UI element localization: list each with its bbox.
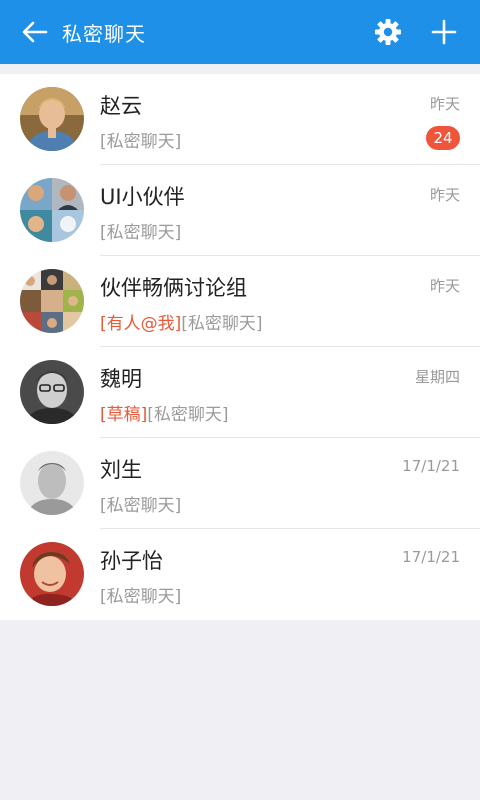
preview-text: [私密聊天] — [100, 132, 182, 152]
chat-name: 魏明 — [100, 367, 142, 391]
chat-name: 孙子怡 — [100, 549, 163, 573]
settings-button[interactable] — [360, 0, 416, 64]
chat-time: 昨天 — [429, 95, 460, 113]
chat-row[interactable]: 刘生 17/1/21 [私密聊天] — [0, 438, 480, 529]
plus-icon — [431, 19, 457, 45]
chat-time: 17/1/21 — [402, 457, 460, 475]
chat-preview: [草稿][私密聊天] — [100, 400, 229, 425]
chat-time: 星期四 — [414, 368, 460, 386]
gear-icon — [375, 19, 401, 45]
chat-name: UI小伙伴 — [100, 185, 185, 209]
avatar — [20, 542, 84, 606]
chat-time: 17/1/21 — [402, 548, 460, 566]
chat-list: 赵云 昨天 [私密聊天] 24 UI小伙伴 昨天 [私密聊天] 伙伴畅俩讨论组 … — [0, 74, 480, 620]
back-button[interactable] — [10, 0, 60, 64]
add-button[interactable] — [416, 0, 472, 64]
avatar — [20, 451, 84, 515]
preview-text: [私密聊天] — [100, 587, 182, 607]
preview-text: [私密聊天] — [100, 496, 182, 516]
chat-preview: [私密聊天] — [100, 582, 181, 607]
chat-preview: [私密聊天] — [100, 218, 181, 243]
chat-name: 赵云 — [100, 94, 142, 118]
chat-row[interactable]: 赵云 昨天 [私密聊天] 24 — [0, 74, 480, 165]
preview-text: [私密聊天] — [147, 405, 229, 425]
chat-time: 昨天 — [429, 186, 460, 204]
chat-row[interactable]: 伙伴畅俩讨论组 昨天 [有人@我][私密聊天] — [0, 256, 480, 347]
top-bar: 私密聊天 — [0, 0, 480, 64]
chat-name: 刘生 — [100, 458, 142, 482]
preview-tag: [有人@我] — [100, 314, 182, 334]
chat-time: 昨天 — [429, 277, 460, 295]
preview-text: [私密聊天] — [100, 223, 182, 243]
avatar — [20, 178, 84, 242]
chat-row[interactable]: 孙子怡 17/1/21 [私密聊天] — [0, 529, 480, 620]
unread-badge: 24 — [426, 126, 460, 150]
preview-tag: [草稿] — [100, 405, 148, 425]
page-title: 私密聊天 — [62, 21, 146, 46]
back-arrow-icon — [22, 21, 48, 43]
avatar — [20, 360, 84, 424]
chat-preview: [有人@我][私密聊天] — [100, 309, 263, 334]
avatar — [20, 87, 84, 151]
chat-preview: [私密聊天] — [100, 491, 181, 516]
chat-preview: [私密聊天] — [100, 127, 181, 152]
chat-row[interactable]: UI小伙伴 昨天 [私密聊天] — [0, 165, 480, 256]
avatar — [20, 269, 84, 333]
preview-text: [私密聊天] — [181, 314, 263, 334]
chat-name: 伙伴畅俩讨论组 — [100, 276, 247, 300]
chat-row[interactable]: 魏明 星期四 [草稿][私密聊天] — [0, 347, 480, 438]
